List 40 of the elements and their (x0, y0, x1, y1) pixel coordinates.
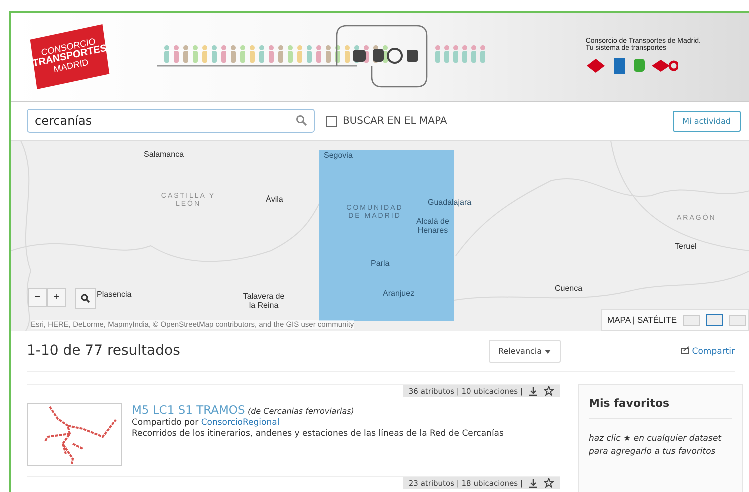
basemap-thumbnail[interactable] (683, 314, 700, 326)
transport-logos-icon (586, 56, 678, 76)
map-label: Ávila (266, 195, 284, 204)
star-icon[interactable] (544, 386, 554, 396)
search-field[interactable]: cercanías (27, 109, 315, 133)
basemap-thumbnail[interactable] (706, 314, 723, 326)
route-map-thumbnail[interactable] (27, 403, 122, 466)
search-icon (81, 294, 90, 303)
owner-link[interactable]: ConsorcioRegional (201, 418, 280, 428)
map-label: Teruel (675, 242, 697, 252)
caret-icon (544, 350, 551, 354)
search-button[interactable] (75, 288, 96, 309)
star-icon[interactable] (544, 478, 554, 488)
map-label: Cuenca (555, 284, 583, 294)
map-label: Alcalá de Henares (416, 217, 450, 236)
search-icon[interactable] (296, 115, 307, 126)
shared-by-label: Compartido por (132, 418, 199, 428)
map-label: Plasencia (97, 290, 132, 300)
sort-dropdown[interactable]: Relevancia (488, 340, 561, 362)
map-label: Salamanca (144, 150, 184, 160)
basemap-toggle[interactable]: MAPA | SATÉLITE (608, 315, 677, 325)
share-icon (680, 346, 690, 354)
checkbox-label[interactable]: BUSCAR EN EL MAPA (343, 116, 448, 126)
zoom-out-button[interactable]: − (28, 288, 47, 307)
dataset-description: Recorridos de los itinerarios, andenes y estaciones de las líneas de la Red de Cercanías (132, 429, 504, 439)
favorites-title: Mis favoritos (589, 397, 732, 419)
map-label: Parla (371, 259, 390, 268)
favorites-hint: haz clic ★ en cualquier dataset para agregarlo a tus favoritos (589, 433, 723, 458)
map-label: Talavera de la Reina (242, 292, 286, 310)
map-label: Segovia (324, 151, 353, 160)
basemap-thumbnail[interactable] (729, 314, 746, 326)
dataset-source: (de Cercanias ferroviarias) (248, 407, 354, 416)
my-activity-button[interactable]: Mi actividad (672, 110, 741, 132)
download-icon[interactable] (529, 386, 538, 396)
download-icon[interactable] (529, 478, 538, 488)
checkbox[interactable] (326, 116, 337, 126)
share-link[interactable]: Compartir (680, 346, 735, 356)
map-label: Aranjuez (383, 289, 415, 298)
results-count: 1-10 de 77 resultados (27, 343, 180, 359)
zoom-in-button[interactable]: + (47, 288, 66, 307)
